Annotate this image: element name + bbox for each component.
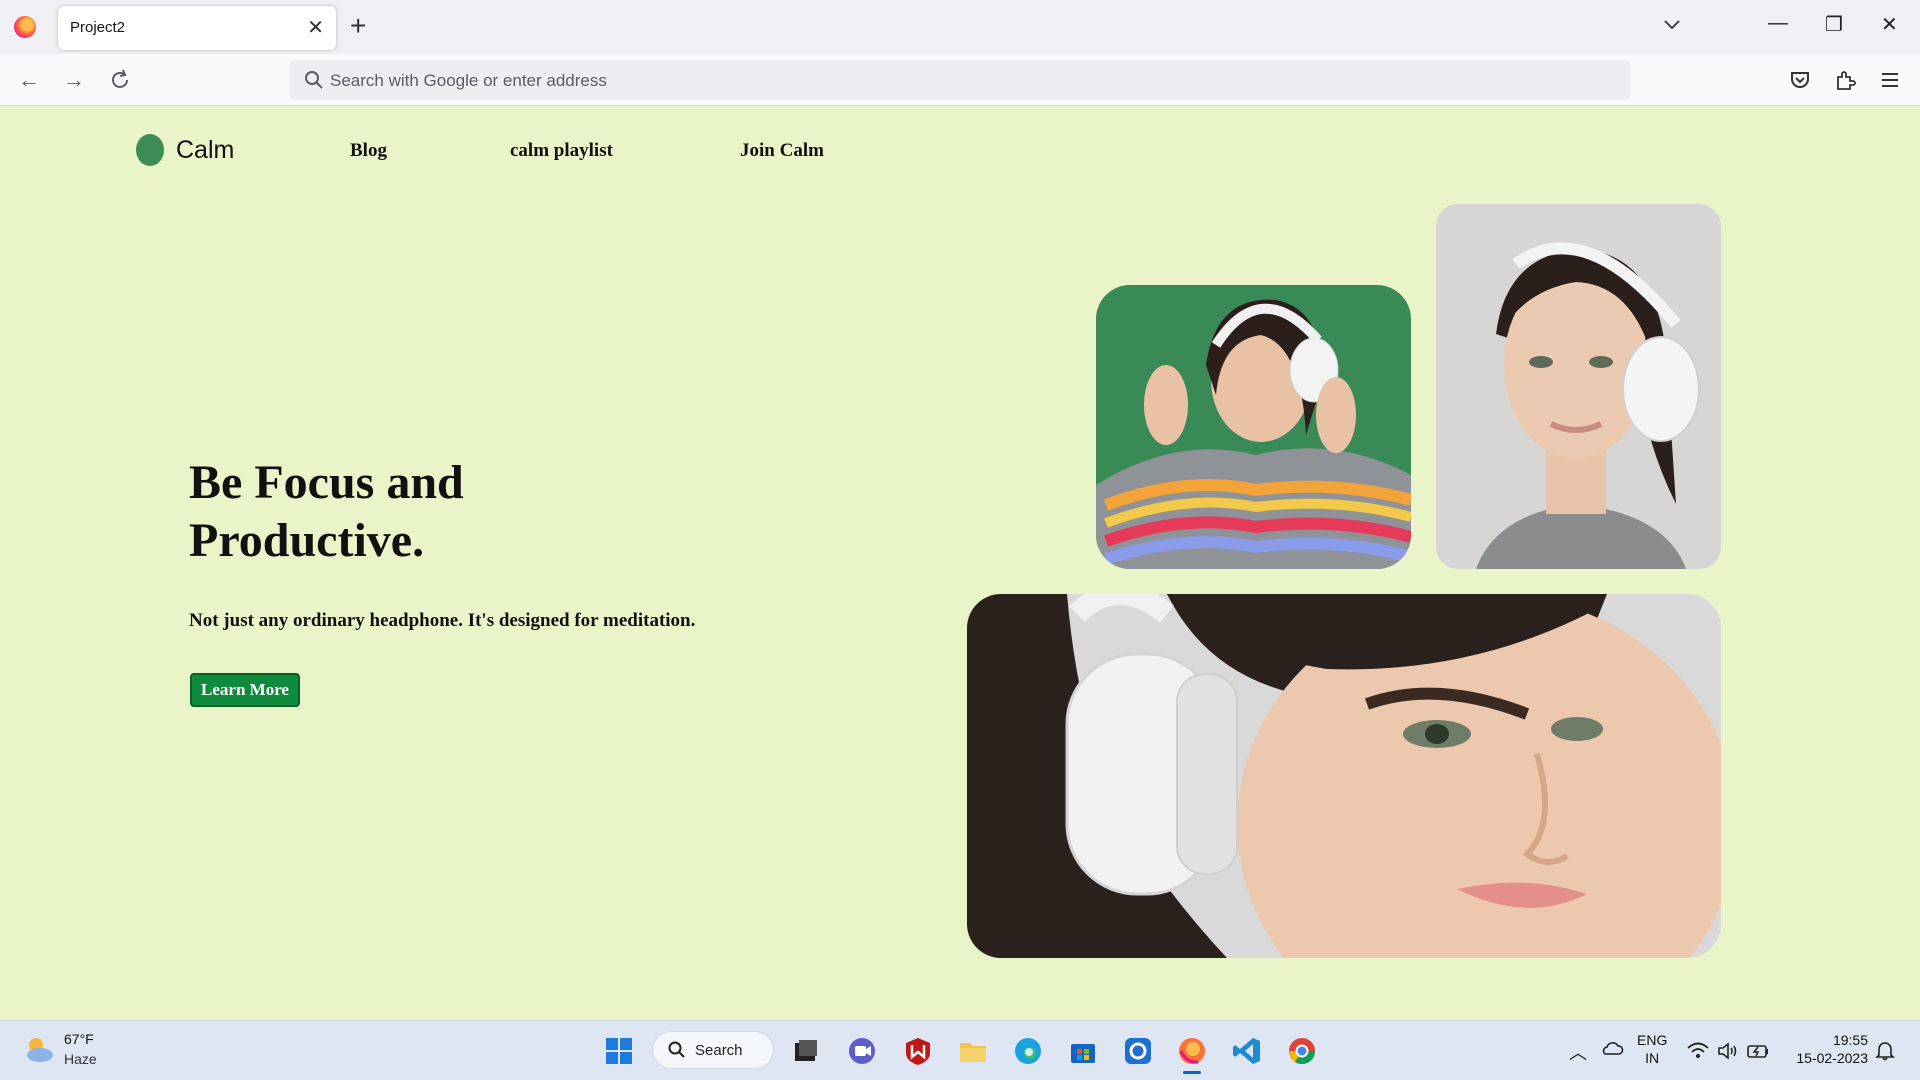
new-tab-button[interactable]: + (350, 10, 366, 42)
firefox-active-indicator (1183, 1071, 1201, 1074)
tab-title: Project2 (70, 19, 126, 36)
weather-condition[interactable]: Haze (64, 1051, 97, 1067)
hero-title: Be Focus and Productive. (189, 454, 689, 570)
clock-date: 15-02-2023 (1796, 1050, 1868, 1066)
firefox-taskbar-icon[interactable] (1176, 1035, 1208, 1067)
edge-icon[interactable] (1012, 1035, 1044, 1067)
volume-icon[interactable] (1716, 1039, 1740, 1063)
address-placeholder: Search with Google or enter address (330, 71, 607, 90)
app-icon[interactable] (1122, 1035, 1154, 1067)
battery-icon[interactable] (1746, 1039, 1770, 1063)
microsoft-store-icon[interactable] (1067, 1035, 1099, 1067)
onedrive-icon[interactable] (1600, 1037, 1624, 1061)
firefox-icon[interactable] (14, 16, 36, 38)
close-window-button[interactable]: ✕ (1881, 12, 1898, 37)
search-icon (305, 71, 323, 89)
hero-title-line-2: Productive. (189, 514, 425, 567)
wifi-icon[interactable] (1686, 1039, 1710, 1063)
tab-close-icon[interactable]: ✕ (307, 15, 324, 40)
nav-link-join-calm[interactable]: Join Calm (740, 140, 824, 162)
nav-link-calm-playlist[interactable]: calm playlist (510, 140, 613, 162)
weather-temperature[interactable]: 67°F (64, 1031, 94, 1047)
tab-project2[interactable]: Project2 ✕ (58, 6, 336, 50)
weather-cloud-icon[interactable] (22, 1033, 56, 1067)
language-code: ENG (1637, 1032, 1668, 1048)
notification-bell-icon[interactable] (1874, 1039, 1896, 1061)
taskbar: 67°F Haze Search ︿ ENG IN 19:55 15-02-20… (0, 1020, 1920, 1080)
nav-link-blog[interactable]: Blog (350, 140, 387, 162)
hero-subtitle: Not just any ordinary headphone. It's de… (189, 610, 696, 631)
learn-more-button[interactable]: Learn More (190, 673, 300, 707)
taskbar-search-label: Search (695, 1042, 743, 1059)
file-explorer-icon[interactable] (957, 1035, 989, 1067)
woman-headphones-closeup-photo (967, 594, 1721, 958)
tab-bar: Project2 ✕ + — ❐ ✕ (0, 0, 1920, 54)
brand-name[interactable]: Calm (176, 136, 234, 165)
woman-headphones-portrait-photo (1436, 204, 1721, 569)
task-view-icon[interactable] (790, 1035, 822, 1067)
back-arrow-icon[interactable]: ← (18, 66, 40, 94)
search-icon (668, 1041, 685, 1058)
vscode-icon[interactable] (1231, 1035, 1263, 1067)
region-code: IN (1645, 1050, 1660, 1066)
restore-button[interactable]: ❐ (1825, 12, 1843, 37)
menu-icon[interactable] (1878, 68, 1902, 92)
input-language[interactable]: ENG IN (1637, 1031, 1667, 1067)
pocket-icon[interactable] (1788, 68, 1812, 92)
clock-time: 19:55 (1832, 1032, 1868, 1048)
hero-title-line-1: Be Focus and (189, 456, 464, 509)
extensions-icon[interactable] (1833, 68, 1857, 92)
woman-headphones-green-photo (1096, 285, 1411, 569)
mcafee-icon[interactable] (902, 1035, 934, 1067)
webpage: Calm Blog calm playlist Join Calm Be Foc… (0, 106, 1920, 1020)
calm-logo-icon[interactable] (136, 134, 164, 166)
show-hidden-icons-chevron-icon[interactable]: ︿ (1569, 1039, 1587, 1065)
address-bar[interactable]: Search with Google or enter address (290, 60, 1630, 100)
forward-arrow-icon[interactable]: → (63, 66, 85, 94)
navigation-toolbar: ← → Search with Google or enter address (0, 54, 1920, 106)
minimize-button[interactable]: — (1768, 12, 1788, 35)
taskbar-search[interactable]: Search (652, 1031, 774, 1069)
teams-chat-icon[interactable] (846, 1035, 878, 1067)
windows-start-icon[interactable] (603, 1035, 635, 1067)
chrome-icon[interactable] (1286, 1035, 1318, 1067)
reload-icon[interactable] (108, 68, 132, 92)
clock[interactable]: 19:55 15-02-2023 (1786, 1031, 1868, 1067)
list-all-tabs-icon[interactable] (1662, 14, 1682, 34)
